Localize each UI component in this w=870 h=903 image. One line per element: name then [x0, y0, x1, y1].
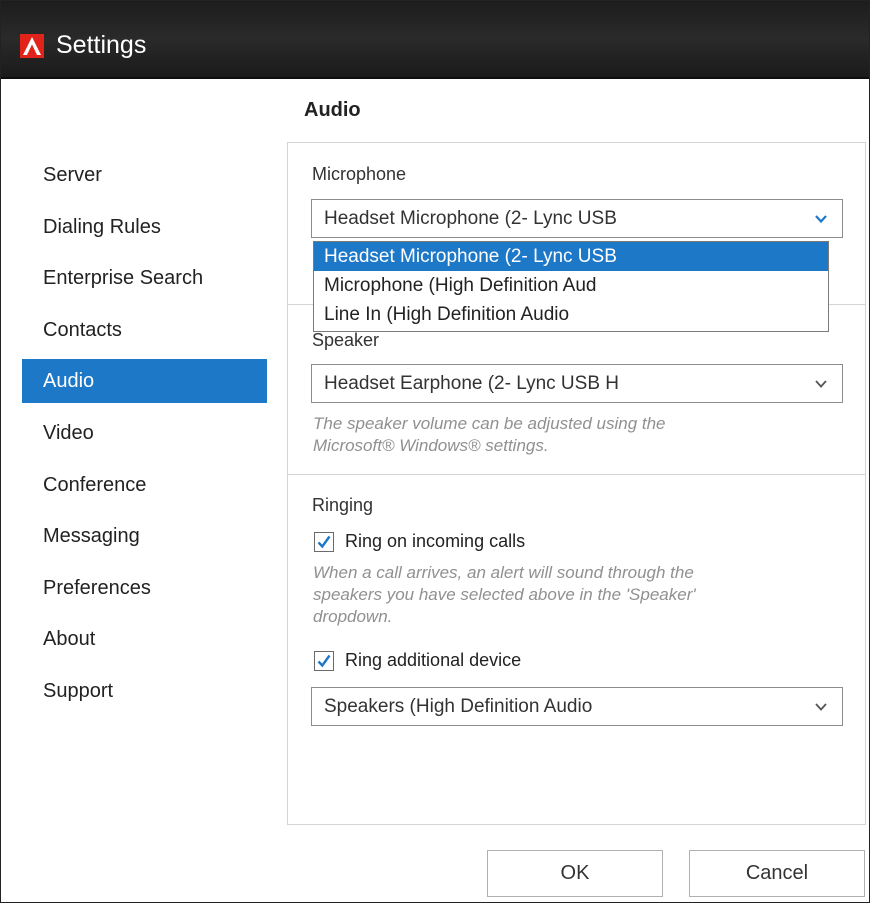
chevron-down-icon — [815, 380, 827, 388]
speaker-select[interactable]: Headset Earphone (2- Lync USB H — [311, 364, 843, 403]
speaker-label: Speaker — [312, 330, 380, 350]
nav-item-preferences[interactable]: Preferences — [22, 566, 267, 610]
panel-divider — [287, 474, 866, 475]
cancel-button[interactable]: Cancel — [689, 850, 865, 897]
microphone-select[interactable]: Headset Microphone (2- Lync USB — [311, 199, 843, 238]
microphone-option[interactable]: Line In (High Definition Audio — [314, 300, 828, 329]
nav-item-video[interactable]: Video — [22, 411, 267, 455]
title-bar: Settings — [1, 1, 869, 79]
nav-item-dialing-rules[interactable]: Dialing Rules — [22, 205, 267, 249]
speaker-selected-value: Headset Earphone (2- Lync USB H — [324, 373, 620, 394]
microphone-dropdown-list: Headset Microphone (2- Lync USB Micropho… — [313, 241, 829, 332]
nav-item-contacts[interactable]: Contacts — [22, 308, 267, 352]
app-logo-icon — [20, 34, 44, 58]
nav-item-audio[interactable]: Audio — [22, 359, 267, 404]
ringing-label: Ringing — [312, 495, 374, 515]
microphone-selected-value: Headset Microphone (2- Lync USB — [324, 208, 617, 229]
nav-item-enterprise-search[interactable]: Enterprise Search — [22, 256, 267, 300]
microphone-option[interactable]: Headset Microphone (2- Lync USB — [314, 242, 828, 271]
checkmark-icon — [317, 535, 331, 549]
ringing-helper-text: When a call arrives, an alert will sound… — [313, 563, 696, 626]
additional-device-select[interactable]: Speakers (High Definition Audio — [311, 687, 843, 726]
nav-item-about[interactable]: About — [22, 617, 267, 661]
settings-nav: Server Dialing Rules Enterprise Search C… — [22, 153, 267, 721]
microphone-option[interactable]: Microphone (High Definition Aud — [314, 271, 828, 300]
chevron-down-icon — [815, 215, 827, 224]
window-title: Settings — [56, 31, 147, 59]
nav-item-server[interactable]: Server — [22, 153, 267, 197]
microphone-label: Microphone — [312, 164, 407, 184]
checkmark-icon — [317, 654, 331, 668]
nav-item-conference[interactable]: Conference — [22, 463, 267, 507]
nav-item-messaging[interactable]: Messaging — [22, 514, 267, 558]
chevron-down-icon — [815, 703, 827, 711]
section-heading: Audio — [304, 99, 361, 121]
ok-button[interactable]: OK — [487, 850, 663, 897]
speaker-helper-text: The speaker volume can be adjusted using… — [313, 414, 666, 455]
ring-incoming-checkbox[interactable] — [314, 532, 334, 552]
ring-incoming-label: Ring on incoming calls — [345, 531, 526, 551]
ring-additional-checkbox[interactable] — [314, 651, 334, 671]
ring-additional-label: Ring additional device — [345, 650, 522, 670]
additional-device-selected-value: Speakers (High Definition Audio — [324, 696, 593, 717]
nav-item-support[interactable]: Support — [22, 669, 267, 713]
